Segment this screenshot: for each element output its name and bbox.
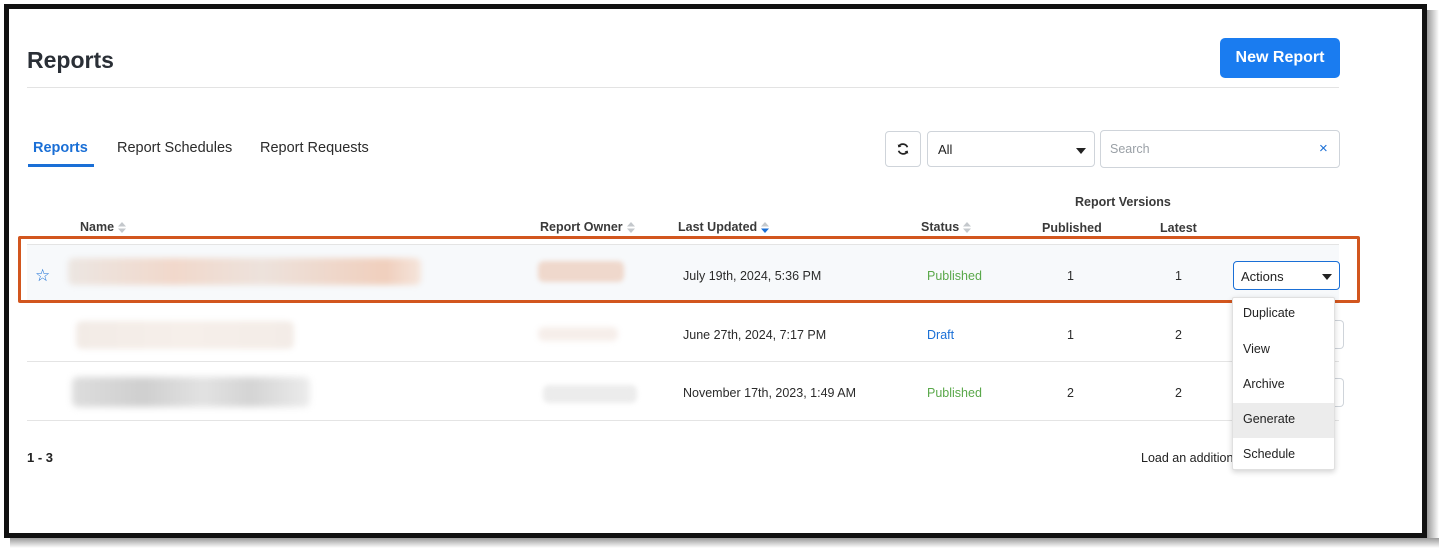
menu-item-view[interactable]: View xyxy=(1233,333,1334,368)
sort-descending-icon xyxy=(761,222,770,234)
column-header-owner-label: Report Owner xyxy=(540,220,623,234)
tab-report-requests[interactable]: Report Requests xyxy=(260,140,369,156)
search-field[interactable]: × xyxy=(1100,130,1340,168)
published-count: 1 xyxy=(1067,328,1074,342)
chevron-down-icon xyxy=(1076,148,1086,154)
column-header-name-label: Name xyxy=(80,220,115,234)
row-divider xyxy=(27,420,1339,421)
column-header-status-label: Status xyxy=(921,220,960,234)
clear-search-icon[interactable]: × xyxy=(1319,140,1328,157)
status-badge: Draft xyxy=(927,328,955,342)
report-owner-redacted xyxy=(543,385,637,403)
report-name-redacted[interactable] xyxy=(72,377,310,407)
refresh-icon xyxy=(897,143,909,155)
menu-item-label: Archive xyxy=(1243,377,1285,391)
tab-reports[interactable]: Reports xyxy=(33,140,88,156)
actions-dropdown-button[interactable]: Actions xyxy=(1233,261,1340,290)
sort-icon xyxy=(118,222,127,234)
latest-count: 2 xyxy=(1175,328,1182,342)
active-tab-indicator xyxy=(28,164,94,167)
window-shadow xyxy=(10,538,1439,548)
actions-dropdown-button[interactable] xyxy=(1334,320,1344,349)
menu-item-label: Generate xyxy=(1243,412,1296,426)
page-title: Reports xyxy=(27,47,114,73)
published-count: 2 xyxy=(1067,386,1074,400)
sort-icon xyxy=(963,222,972,234)
app-window: Reports New Report Reports Report Schedu… xyxy=(4,4,1427,538)
window-shadow xyxy=(1427,10,1439,544)
menu-item-archive[interactable]: Archive xyxy=(1233,368,1334,403)
report-name-redacted[interactable] xyxy=(68,258,421,285)
published-count: 1 xyxy=(1067,269,1074,283)
row-divider xyxy=(27,361,1339,362)
sort-icon xyxy=(626,222,635,234)
column-header-last-updated[interactable]: Last Updated xyxy=(678,220,770,234)
last-updated-value: November 17th, 2023, 1:49 AM xyxy=(683,386,857,400)
chevron-down-icon xyxy=(1322,274,1332,280)
menu-item-label: View xyxy=(1243,342,1270,356)
tab-report-schedules[interactable]: Report Schedules xyxy=(117,140,232,156)
actions-dropdown-button[interactable] xyxy=(1334,378,1344,407)
latest-count: 1 xyxy=(1175,269,1182,283)
actions-menu: Duplicate View Archive Generate Schedule xyxy=(1232,297,1335,470)
column-header-updated-label: Last Updated xyxy=(678,220,758,234)
title-divider xyxy=(27,87,1339,88)
status-badge: Published xyxy=(927,386,982,400)
pagination-range: 1 - 3 xyxy=(27,450,54,465)
menu-item-duplicate[interactable]: Duplicate xyxy=(1233,298,1334,333)
new-report-button[interactable]: New Report xyxy=(1220,38,1340,78)
menu-item-label: Duplicate xyxy=(1243,306,1296,320)
report-versions-header: Report Versions xyxy=(1075,195,1171,209)
column-header-report-owner[interactable]: Report Owner xyxy=(540,220,635,234)
row-divider xyxy=(27,301,1339,302)
load-more-link[interactable]: Load an additional xyxy=(1141,451,1232,465)
report-owner-redacted xyxy=(538,327,618,341)
latest-count: 2 xyxy=(1175,386,1182,400)
column-header-name[interactable]: Name xyxy=(80,220,127,234)
refresh-button[interactable] xyxy=(885,131,921,167)
column-header-published: Published xyxy=(1042,221,1102,235)
favorite-star-icon[interactable]: ☆ xyxy=(35,267,50,284)
filter-select[interactable]: All xyxy=(927,131,1095,167)
actions-label: Actions xyxy=(1241,269,1284,284)
filter-select-value: All xyxy=(938,142,953,157)
menu-item-label: Schedule xyxy=(1243,447,1296,461)
status-badge: Published xyxy=(927,269,982,283)
report-owner-redacted xyxy=(538,261,624,282)
report-name-redacted[interactable] xyxy=(76,321,294,349)
column-header-status[interactable]: Status xyxy=(921,220,972,234)
menu-item-schedule[interactable]: Schedule xyxy=(1233,438,1334,473)
menu-item-generate[interactable]: Generate xyxy=(1233,403,1334,438)
search-input[interactable] xyxy=(1110,140,1300,158)
last-updated-value: July 19th, 2024, 5:36 PM xyxy=(683,269,822,283)
last-updated-value: June 27th, 2024, 7:17 PM xyxy=(683,328,827,342)
column-header-latest: Latest xyxy=(1160,221,1197,235)
